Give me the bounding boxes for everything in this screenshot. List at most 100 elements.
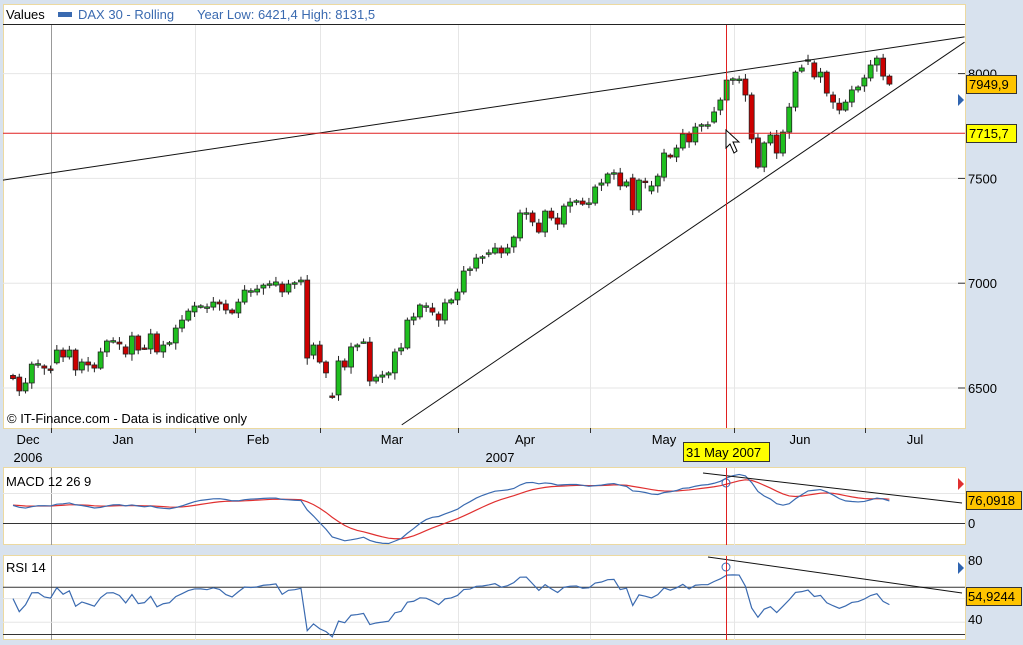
candle-up bbox=[335, 360, 342, 396]
candle-up bbox=[817, 71, 824, 78]
candle-up bbox=[517, 212, 523, 239]
candle-up bbox=[172, 327, 179, 344]
candle-down bbox=[755, 137, 761, 168]
candle-down bbox=[548, 210, 555, 219]
candle-up bbox=[423, 305, 430, 308]
candle-up bbox=[110, 340, 117, 343]
candle-down bbox=[435, 313, 442, 321]
month-label: Dec bbox=[16, 432, 40, 447]
candle-down bbox=[316, 344, 323, 363]
chart-canvas[interactable]: Values DAX 30 - Rolling Year Low: 6421,4… bbox=[0, 0, 1023, 645]
month-label: Apr bbox=[515, 432, 536, 447]
candle-up bbox=[97, 351, 104, 369]
month-label: Feb bbox=[247, 432, 269, 447]
candle-up bbox=[673, 147, 680, 158]
candle-up bbox=[166, 342, 173, 345]
date-axis: Dec Jan Feb Mar Apr May Jun Jul 2006 2007 bbox=[14, 428, 923, 465]
candle-up bbox=[66, 349, 73, 358]
candle-down bbox=[811, 62, 818, 78]
y-tick-label: 7000 bbox=[968, 276, 997, 291]
candle-up bbox=[197, 305, 204, 308]
candle-down bbox=[366, 341, 373, 382]
candle-up bbox=[848, 89, 855, 103]
candle-down bbox=[135, 335, 142, 351]
candle-up bbox=[711, 111, 718, 123]
macd-zero-label: 0 bbox=[968, 516, 975, 531]
candle-down bbox=[154, 333, 160, 353]
series-legend-swatch bbox=[58, 12, 72, 17]
candle-up bbox=[404, 319, 411, 349]
candle-up bbox=[454, 291, 461, 301]
rsi-panel bbox=[3, 555, 966, 640]
macd-title: MACD 12 26 9 bbox=[6, 474, 91, 489]
candle-up bbox=[485, 252, 492, 255]
candle-down bbox=[642, 180, 649, 184]
candle-up bbox=[410, 316, 417, 321]
candle-up bbox=[391, 351, 398, 374]
candle-up bbox=[204, 306, 210, 309]
month-label: May bbox=[652, 432, 677, 447]
candle-down bbox=[323, 361, 329, 374]
candle-down bbox=[498, 247, 505, 254]
candle-up bbox=[855, 86, 861, 91]
candle-up bbox=[654, 175, 661, 187]
candle-up bbox=[479, 256, 486, 259]
macd-value: 76,0918 bbox=[968, 493, 1015, 508]
candle-up bbox=[717, 99, 724, 111]
candle-up bbox=[510, 236, 517, 248]
year-label: 2007 bbox=[486, 450, 515, 465]
candle-down bbox=[85, 361, 92, 366]
candle-down bbox=[617, 172, 624, 187]
candle-up bbox=[416, 304, 423, 318]
candle-down bbox=[16, 376, 23, 392]
last-value: 7949,9 bbox=[969, 77, 1009, 92]
candle-down bbox=[116, 341, 123, 345]
candle-up bbox=[586, 202, 592, 205]
candle-down bbox=[304, 279, 311, 359]
candle-down bbox=[341, 360, 348, 368]
candle-up bbox=[611, 172, 617, 175]
candle-down bbox=[329, 395, 336, 398]
month-label: Jun bbox=[790, 432, 811, 447]
candle-up bbox=[736, 78, 743, 81]
candle-up bbox=[780, 131, 786, 154]
candle-down bbox=[141, 347, 148, 350]
candle-up bbox=[260, 284, 267, 289]
candle-down bbox=[830, 94, 836, 103]
candle-down bbox=[823, 71, 830, 94]
candle-down bbox=[10, 375, 16, 379]
y-tick-label: 7500 bbox=[968, 171, 997, 186]
candle-up bbox=[291, 282, 298, 285]
candle-up bbox=[285, 283, 292, 293]
candle-up bbox=[798, 67, 805, 72]
candle-up bbox=[348, 346, 354, 368]
series-name: DAX 30 - Rolling bbox=[78, 7, 174, 22]
candle-up bbox=[147, 333, 154, 350]
candle-up bbox=[442, 302, 448, 321]
candle-down bbox=[773, 134, 780, 154]
candle-up bbox=[247, 290, 254, 293]
values-label: Values bbox=[6, 7, 45, 22]
candle-up bbox=[360, 341, 367, 344]
candle-up bbox=[598, 182, 605, 186]
candle-up bbox=[129, 335, 135, 355]
candle-down bbox=[554, 217, 561, 225]
candle-up bbox=[385, 372, 392, 376]
candle-up bbox=[873, 57, 880, 66]
candle-up bbox=[273, 281, 279, 286]
candle-down bbox=[47, 368, 54, 371]
candle-up bbox=[492, 247, 498, 254]
candle-down bbox=[229, 309, 236, 314]
candle-up bbox=[448, 299, 455, 304]
candle-up bbox=[523, 212, 530, 215]
candle-up bbox=[730, 78, 736, 81]
candle-up bbox=[53, 349, 60, 364]
candle-up bbox=[354, 344, 361, 348]
candle-down bbox=[41, 365, 48, 369]
candle-up bbox=[661, 152, 667, 178]
candle-up bbox=[504, 247, 511, 254]
candle-up bbox=[241, 289, 248, 303]
candle-up bbox=[861, 77, 868, 87]
crosshair-date: 31 May 2007 bbox=[686, 445, 761, 460]
candle-up bbox=[473, 257, 480, 269]
